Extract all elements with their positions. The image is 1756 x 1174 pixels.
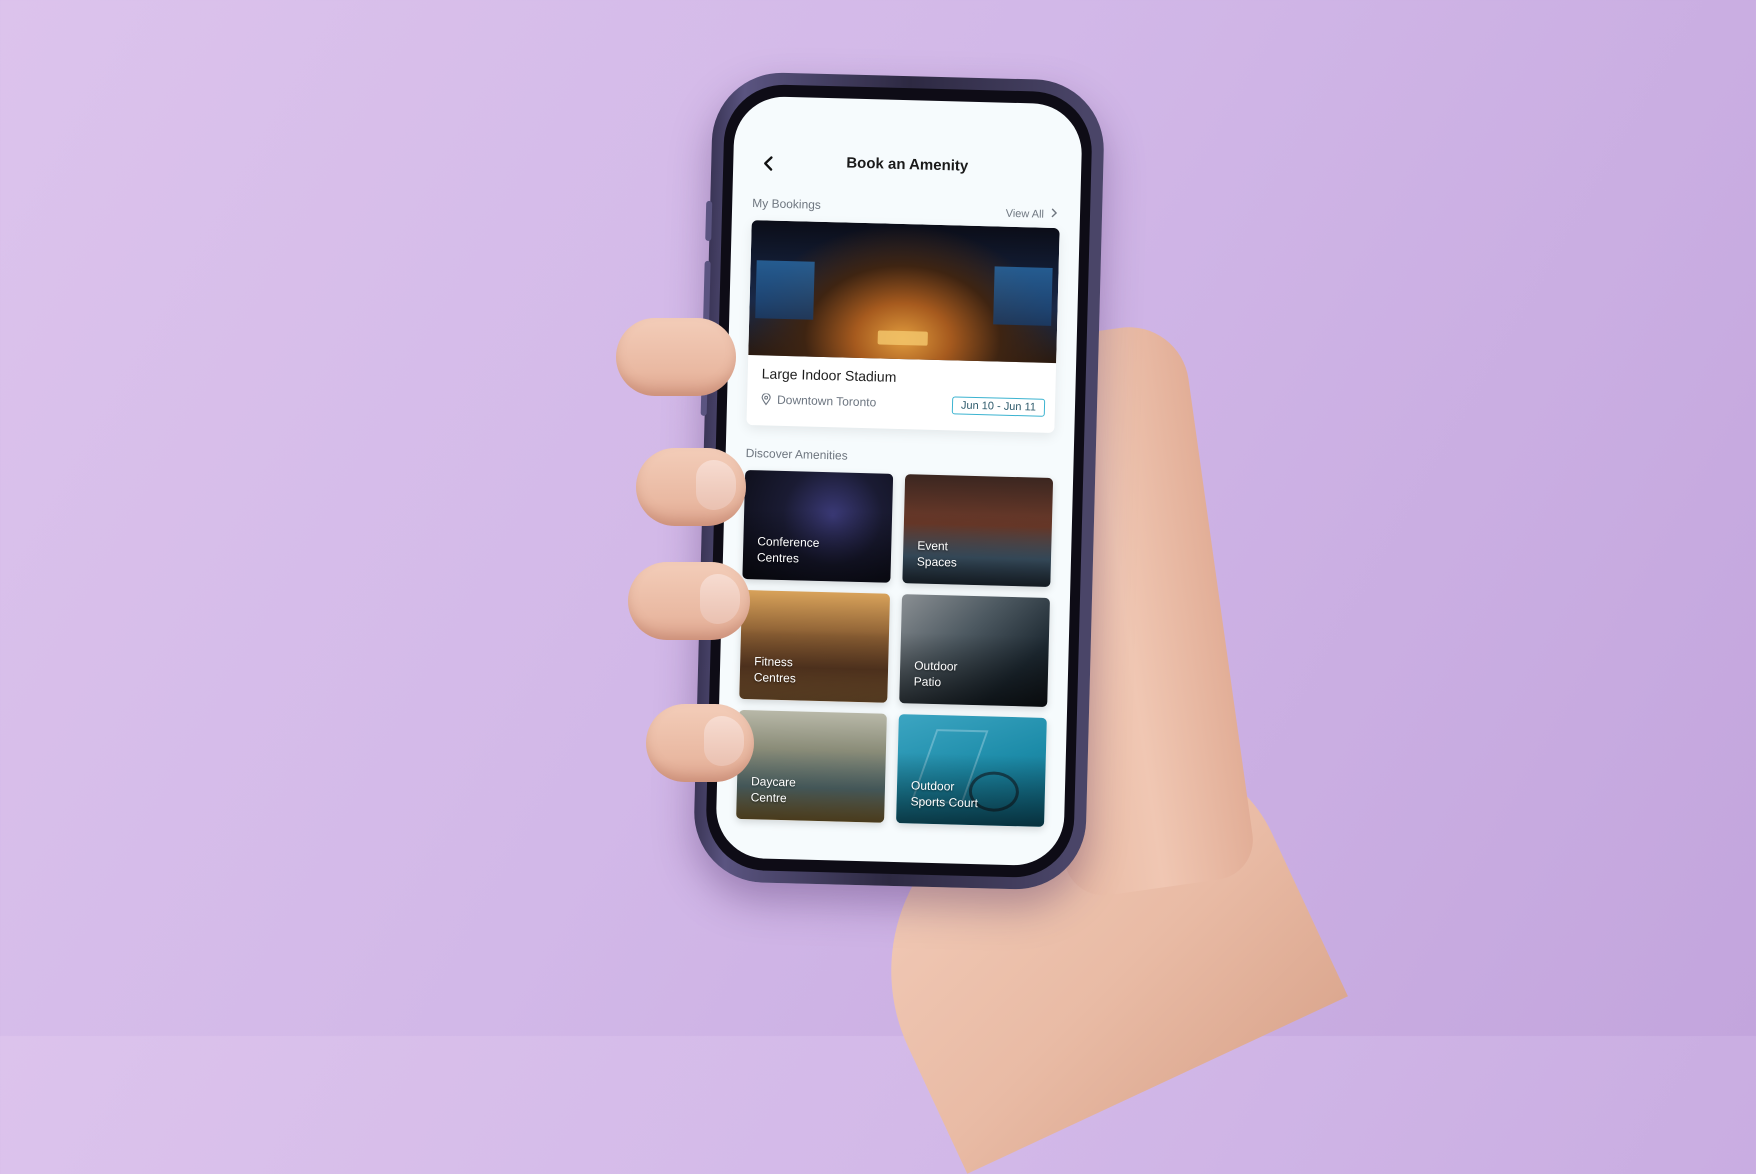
chevron-right-icon [1051, 208, 1058, 218]
my-bookings-label: My Bookings [752, 196, 822, 212]
tile-fitness-centres[interactable]: Fitness Centres [739, 589, 891, 703]
tile-label: Fitness Centres [753, 654, 797, 686]
phone-bezel: Book an Amenity My Bookings View All Lar… [704, 83, 1094, 879]
location-text: Downtown Toronto [776, 392, 877, 410]
phone-device: Book an Amenity My Bookings View All Lar… [692, 71, 1106, 891]
finger-index [616, 318, 736, 396]
date-badge: Jun 10 - Jun 11 [951, 396, 1046, 417]
tile-label: Event Spaces [916, 538, 958, 570]
view-all-label: View All [1005, 207, 1045, 221]
tile-outdoor-patio[interactable]: Outdoor Patio [899, 594, 1050, 707]
finger-little [646, 704, 754, 782]
discover-amenities-label: Discover Amenities [745, 445, 848, 463]
tile-label: Daycare Centre [750, 774, 796, 806]
app-screen: Book an Amenity My Bookings View All Lar… [715, 95, 1083, 867]
location-pin-icon [761, 393, 771, 406]
tile-daycare-centre[interactable]: Daycare Centre [736, 709, 887, 823]
tile-conference-centres[interactable]: Conference Centres [742, 469, 894, 583]
finger-ring [628, 562, 750, 640]
side-button [705, 200, 713, 242]
tile-outdoor-sports-court[interactable]: Outdoor Sports Court [896, 714, 1047, 827]
tile-label: Conference Centres [756, 534, 820, 566]
view-all-link[interactable]: View All [1005, 207, 1058, 221]
finger-middle [636, 448, 746, 526]
tile-label: Outdoor Sports Court [910, 778, 979, 811]
stadium-photo [748, 220, 1060, 364]
booking-location: Downtown Toronto [761, 392, 876, 409]
booking-card[interactable]: Large Indoor Stadium Downtown Toronto Ju… [746, 220, 1060, 434]
app-header: Book an Amenity [733, 148, 1082, 197]
booking-title: Large Indoor Stadium [761, 365, 897, 385]
tile-event-spaces[interactable]: Event Spaces [902, 474, 1054, 587]
page-title: Book an Amenity [846, 154, 969, 175]
tile-label: Outdoor Patio [913, 658, 958, 690]
amenities-grid: Conference Centres Event Spaces Fitness … [736, 469, 1054, 827]
